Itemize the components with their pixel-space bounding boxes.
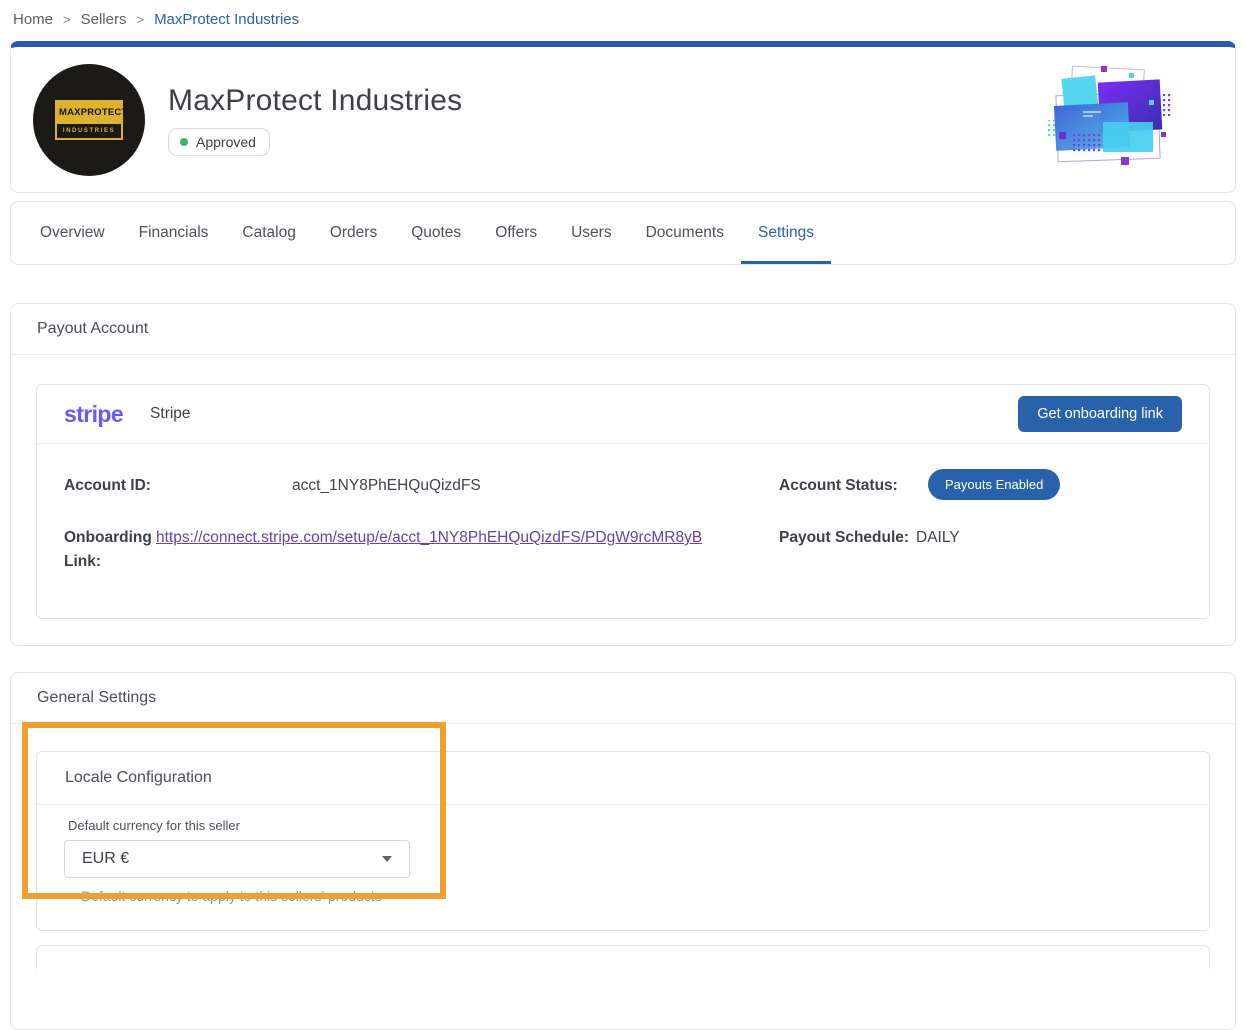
default-currency-select[interactable]: EUR € bbox=[64, 840, 410, 878]
account-id-label: Account ID: bbox=[64, 474, 292, 498]
tab-documents[interactable]: Documents bbox=[629, 205, 741, 264]
onboarding-link-label: Onboarding Link: bbox=[64, 526, 156, 574]
default-currency-help-text: Default currency to apply to this seller… bbox=[81, 888, 1182, 904]
default-currency-label: Default currency for this seller bbox=[68, 818, 1182, 833]
status-badge-label: Approved bbox=[196, 134, 256, 150]
account-status-label: Account Status: bbox=[779, 474, 916, 498]
tab-financials[interactable]: Financials bbox=[122, 205, 226, 264]
seller-logo-text-top: MAXPROTECT bbox=[57, 102, 121, 122]
tab-quotes[interactable]: Quotes bbox=[394, 205, 478, 264]
tab-overview[interactable]: Overview bbox=[23, 205, 122, 264]
next-settings-card-stub bbox=[36, 945, 1210, 969]
locale-configuration-card: Locale Configuration Default currency fo… bbox=[36, 751, 1210, 931]
seller-logo-text-bottom: INDUSTRIES bbox=[57, 122, 121, 138]
tab-settings[interactable]: Settings bbox=[741, 205, 831, 264]
seller-logo: MAXPROTECT INDUSTRIES bbox=[33, 64, 145, 176]
payout-schedule-row: Payout Schedule: DAILY bbox=[779, 526, 1182, 574]
payout-section-title: Payout Account bbox=[11, 304, 1235, 355]
seller-tabs: Overview Financials Catalog Orders Quote… bbox=[10, 201, 1236, 265]
breadcrumb-separator: > bbox=[136, 12, 144, 27]
breadcrumb: Home > Sellers > MaxProtect Industries bbox=[0, 0, 1246, 38]
general-section-title: General Settings bbox=[11, 673, 1235, 724]
breadcrumb-sellers[interactable]: Sellers bbox=[81, 11, 127, 28]
payout-account-section: Payout Account stripe Stripe Get onboard… bbox=[10, 303, 1236, 646]
page-title: MaxProtect Industries bbox=[168, 84, 462, 118]
payouts-enabled-badge: Payouts Enabled bbox=[928, 469, 1060, 500]
approved-dot-icon bbox=[180, 138, 188, 146]
seller-logo-mark: MAXPROTECT INDUSTRIES bbox=[55, 100, 123, 140]
status-badge: Approved bbox=[168, 128, 270, 156]
tab-users[interactable]: Users bbox=[554, 205, 628, 264]
general-settings-section: General Settings Locale Configuration De… bbox=[10, 672, 1236, 1030]
stripe-provider-card: stripe Stripe Get onboarding link Accoun… bbox=[36, 384, 1210, 619]
tab-catalog[interactable]: Catalog bbox=[225, 205, 312, 264]
breadcrumb-home[interactable]: Home bbox=[13, 11, 53, 28]
breadcrumb-current-seller[interactable]: MaxProtect Industries bbox=[154, 11, 299, 28]
payout-schedule-value: DAILY bbox=[916, 526, 960, 550]
stripe-logo: stripe bbox=[64, 401, 123, 428]
account-id-value: acct_1NY8PhEHQuQizdFS bbox=[292, 474, 481, 498]
onboarding-link-row: Onboarding Link: https://connect.stripe.… bbox=[64, 526, 779, 574]
tab-orders[interactable]: Orders bbox=[313, 205, 394, 264]
account-id-row: Account ID: acct_1NY8PhEHQuQizdFS bbox=[64, 474, 779, 500]
seller-header-card: MAXPROTECT INDUSTRIES MaxProtect Industr… bbox=[10, 41, 1236, 193]
onboarding-link-url[interactable]: https://connect.stripe.com/setup/e/acct_… bbox=[156, 526, 702, 550]
locale-configuration-title: Locale Configuration bbox=[37, 752, 1209, 805]
payout-schedule-label: Payout Schedule: bbox=[779, 526, 916, 550]
breadcrumb-separator: > bbox=[63, 12, 71, 27]
get-onboarding-link-button[interactable]: Get onboarding link bbox=[1018, 396, 1182, 432]
tab-offers[interactable]: Offers bbox=[478, 205, 554, 264]
chevron-down-icon bbox=[382, 856, 392, 862]
account-status-row: Account Status: Payouts Enabled bbox=[779, 474, 1182, 500]
provider-name: Stripe bbox=[150, 405, 191, 423]
decorative-illustration bbox=[1043, 64, 1175, 175]
default-currency-value: EUR € bbox=[82, 850, 129, 868]
